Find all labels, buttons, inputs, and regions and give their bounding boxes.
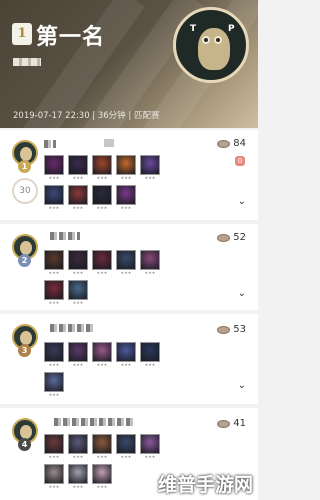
champion-icon[interactable]: ★★★ bbox=[92, 250, 112, 276]
champion-icon[interactable]: ★★★ bbox=[68, 280, 88, 306]
avatar-letter-t: T bbox=[190, 24, 197, 34]
player-avatar[interactable]: T P bbox=[173, 7, 249, 83]
coin-count: 52 bbox=[217, 232, 246, 243]
coin-icon bbox=[217, 419, 231, 428]
champion-icon[interactable]: ★★★ bbox=[44, 342, 64, 368]
champion-icon[interactable]: ★★★ bbox=[44, 280, 64, 306]
rank-number-badge: 2 bbox=[18, 254, 31, 267]
champion-icon[interactable]: ★★★ bbox=[44, 155, 64, 181]
champion-icon[interactable]: ★★★ bbox=[140, 342, 160, 368]
coin-icon bbox=[217, 139, 231, 148]
champion-icon[interactable]: ★★★ bbox=[68, 155, 88, 181]
coin-icon bbox=[217, 325, 231, 334]
rank-number-badge: 1 bbox=[18, 160, 31, 173]
champion-icon[interactable]: ★★★ bbox=[68, 342, 88, 368]
player-card-2[interactable]: 2 ★★★ ★★★ ★★★ ★★★ ★★★ ★★★ ★★★ 52 ⌄ bbox=[0, 224, 258, 310]
player-name-blurred bbox=[50, 232, 80, 240]
chevron-down-icon[interactable]: ⌄ bbox=[238, 196, 246, 207]
champion-icon[interactable]: ★★★ bbox=[68, 464, 88, 490]
coin-count: 84 bbox=[217, 138, 246, 149]
champion-icon[interactable]: ★★★ bbox=[116, 342, 136, 368]
champion-icon[interactable]: ★★★ bbox=[44, 250, 64, 276]
rank-number-badge: 4 bbox=[18, 438, 31, 451]
chevron-down-icon[interactable]: ⌄ bbox=[238, 380, 246, 391]
coin-icon bbox=[217, 233, 231, 242]
champion-icon[interactable]: ★★★ bbox=[92, 155, 112, 181]
rank-title: 第一名 bbox=[36, 25, 106, 50]
champion-icon[interactable]: ★★★ bbox=[68, 185, 88, 211]
champion-grid: ★★★ ★★★ ★★★ ★★★ ★★★ ★★★ ★★★ ★★★ ★★★ bbox=[44, 155, 164, 211]
coin-count: 41 bbox=[217, 418, 246, 429]
champion-icon[interactable]: ★★★ bbox=[44, 434, 64, 460]
champion-icon[interactable]: ★★★ bbox=[116, 155, 136, 181]
champion-icon[interactable]: ★★★ bbox=[140, 250, 160, 276]
champion-icon[interactable]: ★★★ bbox=[92, 342, 112, 368]
rank-number-badge: 3 bbox=[18, 344, 31, 357]
champion-grid: ★★★ ★★★ ★★★ ★★★ ★★★ ★★★ ★★★ bbox=[44, 250, 164, 306]
champion-icon[interactable]: ★★★ bbox=[68, 250, 88, 276]
champion-icon[interactable]: ★★★ bbox=[44, 464, 64, 490]
champion-grid: ★★★ ★★★ ★★★ ★★★ ★★★ ★★★ ★★★ ★★★ bbox=[44, 434, 164, 490]
notification-badge: 0 bbox=[235, 156, 245, 166]
chevron-down-icon[interactable]: ⌄ bbox=[238, 288, 246, 299]
champion-icon[interactable]: ★★★ bbox=[68, 434, 88, 460]
player-name-blurred bbox=[50, 324, 95, 332]
avatar-letter-p: P bbox=[228, 24, 235, 34]
player-name-blurred bbox=[44, 140, 56, 148]
match-header: 1 第一名 2019-07-17 22:30 | 36分钟 | 匹配赛 T P bbox=[0, 0, 258, 128]
player-card-3[interactable]: 3 ★★★ ★★★ ★★★ ★★★ ★★★ ★★★ 53 ⌄ bbox=[0, 314, 258, 404]
champion-icon[interactable]: ★★★ bbox=[44, 372, 64, 398]
player-card-1[interactable]: 1 30 ★★★ ★★★ ★★★ ★★★ ★★★ ★★★ ★★★ ★★★ ★★★ 84 0 ⌄ bbox=[0, 130, 258, 220]
champion-icon[interactable]: ★★★ bbox=[116, 185, 136, 211]
champion-icon[interactable]: ★★★ bbox=[92, 464, 112, 490]
champion-icon[interactable]: ★★★ bbox=[92, 434, 112, 460]
champion-grid: ★★★ ★★★ ★★★ ★★★ ★★★ ★★★ bbox=[44, 342, 164, 398]
champion-icon[interactable]: ★★★ bbox=[92, 185, 112, 211]
avatar-figure bbox=[198, 28, 230, 70]
champion-icon[interactable]: ★★★ bbox=[116, 434, 136, 460]
player-name-blurred bbox=[13, 58, 41, 66]
champion-icon[interactable]: ★★★ bbox=[140, 434, 160, 460]
player-level: 30 bbox=[12, 178, 38, 204]
champion-icon[interactable]: ★★★ bbox=[140, 155, 160, 181]
champion-icon[interactable]: ★★★ bbox=[44, 185, 64, 211]
player-name-blurred bbox=[54, 418, 134, 426]
champion-icon[interactable]: ★★★ bbox=[116, 250, 136, 276]
match-meta: 2019-07-17 22:30 | 36分钟 | 匹配赛 bbox=[13, 111, 160, 121]
watermark: 维普手游网 bbox=[158, 474, 254, 496]
rank-badge: 1 bbox=[12, 23, 32, 45]
coin-count: 53 bbox=[217, 324, 246, 335]
